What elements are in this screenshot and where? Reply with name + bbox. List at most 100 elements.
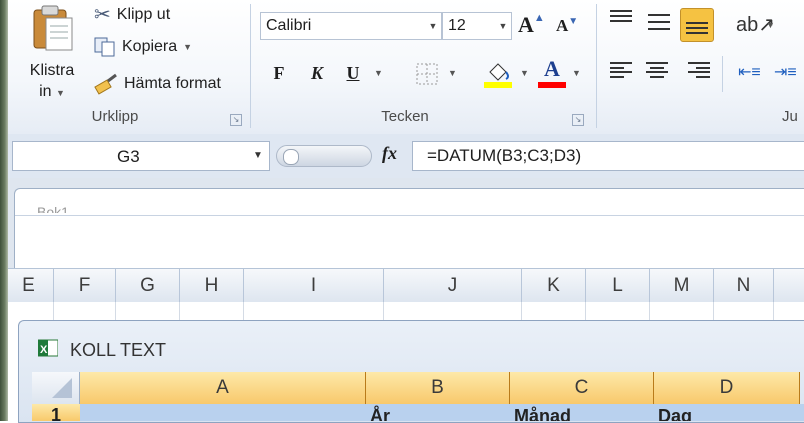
format-painter-button[interactable]: Hämta format [94,73,221,95]
cell-d1[interactable]: Dag [658,404,798,421]
cut-label: Klipp ut [116,5,171,23]
font-name-value: Calibri [266,17,312,34]
align-center-button[interactable] [646,62,668,78]
align-left-icon [610,62,632,78]
column-header-row: E F G H I J K L M N [8,268,804,304]
font-size-value: 12 [448,17,466,34]
align-middle-icon [648,14,670,30]
divider [15,215,804,216]
italic-button[interactable]: K [304,60,330,86]
workbook-window-bok1[interactable]: Bok1 [14,188,804,270]
align-right-icon [688,62,710,78]
column-header-e[interactable]: E [4,269,54,303]
align-center-icon [646,62,668,78]
column-header-j[interactable]: J [384,269,522,303]
fill-color-dropdown-icon[interactable]: ▼ [520,68,529,78]
font-dialog-launcher-icon[interactable]: ↘ [572,114,584,126]
borders-icon [416,63,438,85]
increase-indent-button[interactable]: ⇥≡ [774,62,797,82]
excel-icon: X [37,338,59,358]
paintbrush-icon [94,73,117,95]
paste-icon [33,5,73,51]
font-size-combo[interactable]: 12 ▼ [442,12,512,40]
copy-dropdown-icon[interactable]: ▼ [183,42,192,52]
paste-label[interactable]: Klistra in ▼ [24,60,80,104]
column-header-d[interactable]: D [654,372,800,404]
column-header-m[interactable]: M [650,269,714,303]
front-column-header-row: A B C D [32,372,804,404]
window-title: KOLL TEXT [70,340,167,360]
workbook-title-partial: Bok1 [37,204,69,213]
align-top-icon [610,10,632,26]
column-header-a[interactable]: A [80,372,366,404]
grow-font-icon[interactable]: A▲ [518,12,545,38]
name-box[interactable]: G3 ▼ [12,141,270,171]
copy-label: Kopiera [122,38,178,55]
borders-dropdown-icon[interactable]: ▼ [448,68,457,78]
underline-dropdown-icon[interactable]: ▼ [374,68,383,78]
name-box-value: G3 [117,147,140,166]
column-header-f[interactable]: F [54,269,116,303]
chevron-down-icon[interactable]: ▼ [495,21,511,31]
insert-function-button[interactable]: fx [382,143,397,164]
cut-button[interactable]: ✂ Klipp ut [94,2,170,27]
column-header-n[interactable]: N [714,269,774,303]
formula-bar-splitter[interactable] [276,145,372,167]
cell-b1[interactable]: År [370,404,510,421]
copy-button[interactable]: Kopiera ▼ [94,37,192,57]
format-painter-label: Hämta format [124,75,221,92]
column-header-k[interactable]: K [522,269,586,303]
scissors-icon: ✂ [94,4,111,26]
group-separator [596,4,597,128]
name-box-dropdown-icon[interactable]: ▼ [253,150,263,161]
shrink-font-icon[interactable]: A▼ [556,16,578,36]
font-color-dropdown-icon[interactable]: ▼ [572,68,581,78]
column-header-b[interactable]: B [366,372,510,404]
font-color-swatch [538,82,566,88]
grid-row[interactable] [8,302,804,322]
cell-c1[interactable]: Månad [514,404,654,421]
clipboard-group-label: Urklipp [91,108,139,125]
borders-button[interactable] [416,63,438,88]
font-color-button[interactable]: A [538,56,566,88]
alignment-group-label: Ju [782,108,798,125]
column-header-l[interactable]: L [586,269,650,303]
paste-button[interactable] [28,4,80,54]
chevron-down-icon[interactable]: ▼ [425,21,441,31]
orientation-dropdown-icon[interactable]: ▼ [766,20,775,30]
row-header-1[interactable]: 1 [32,404,80,421]
fx-icon: fx [382,143,397,163]
paste-dropdown-icon[interactable]: ▼ [56,88,65,98]
bold-button[interactable]: F [266,60,292,86]
font-color-icon: A [544,56,560,81]
group-separator [250,4,251,128]
column-header-c[interactable]: C [510,372,654,404]
decrease-indent-icon: ⇤≡ [738,64,761,81]
decrease-indent-button[interactable]: ⇤≡ [738,62,761,82]
increase-indent-icon: ⇥≡ [774,64,797,81]
column-header-i[interactable]: I [244,269,384,303]
window-edge [0,0,8,421]
cell-a1[interactable] [82,404,366,421]
paint-bucket-icon [484,63,512,88]
align-top-button[interactable] [610,10,632,26]
align-right-button[interactable] [688,62,710,78]
svg-text:X: X [40,344,48,356]
align-bottom-button[interactable] [680,8,714,42]
align-left-button[interactable] [610,62,632,78]
align-middle-button[interactable] [648,14,670,30]
column-header-h[interactable]: H [180,269,244,303]
align-bottom-icon [686,18,708,34]
fill-color-button[interactable] [484,58,514,93]
formula-input[interactable]: =DATUM(B3;C3;D3) [412,141,804,171]
underline-button[interactable]: U [340,60,366,86]
font-group-label: Tecken [381,108,429,125]
clipboard-dialog-launcher-icon[interactable]: ↘ [230,114,242,126]
group-separator [722,56,723,92]
paste-label-line2: in [39,83,52,100]
resize-handle-icon [283,149,299,165]
paste-label-line1: Klistra [29,62,75,79]
font-name-combo[interactable]: Calibri ▼ [260,12,442,40]
copy-icon [94,37,115,57]
column-header-g[interactable]: G [116,269,180,303]
